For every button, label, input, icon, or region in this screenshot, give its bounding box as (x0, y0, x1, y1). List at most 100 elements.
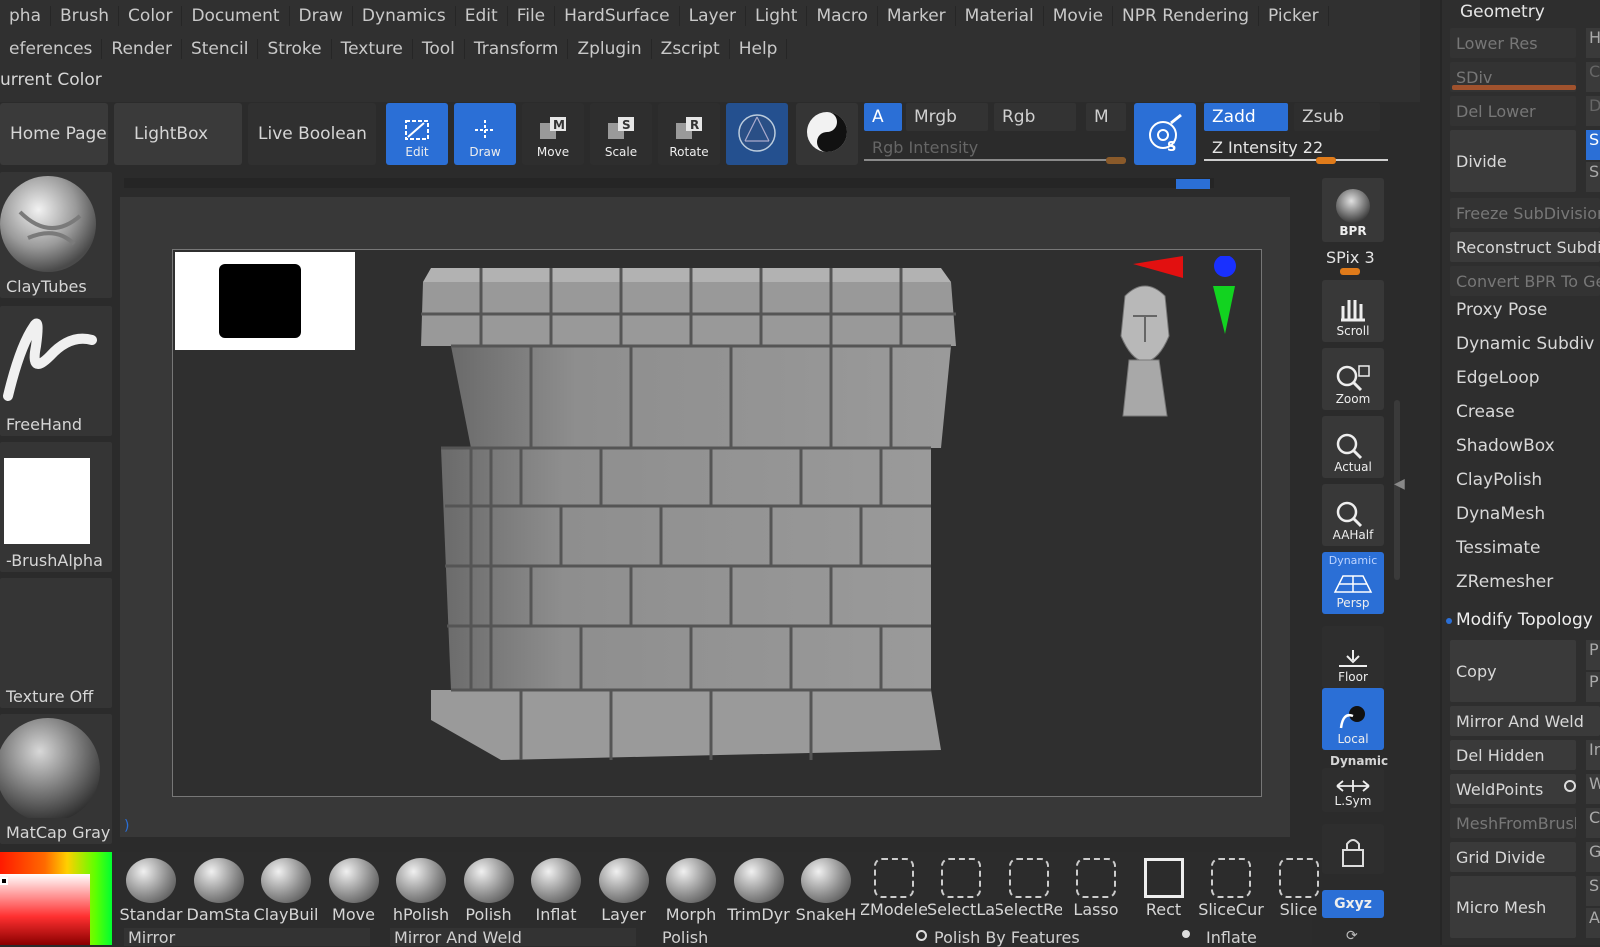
micro-mesh-side-2[interactable]: A (1586, 908, 1600, 938)
insert-mesh-button[interactable]: Ir (1586, 740, 1600, 770)
weldpoints-button[interactable]: WeldPoints (1450, 774, 1576, 804)
mirror-and-weld-bottom-button[interactable]: Mirror And Weld (390, 928, 636, 947)
menu-marker[interactable]: Marker (878, 6, 956, 26)
brush-slice[interactable]: Slice (1266, 858, 1332, 924)
menu-zscript[interactable]: Zscript (652, 39, 730, 59)
smt-toggle[interactable]: S (1586, 130, 1600, 160)
brush-damsta[interactable]: DamSta (186, 858, 252, 924)
inflate-label[interactable]: Inflate (1206, 928, 1257, 947)
brush-lasso[interactable]: Lasso (1063, 858, 1129, 924)
geometry-item-shadowbox[interactable]: ShadowBox (1456, 436, 1555, 456)
sdiv-slider-bar[interactable] (1452, 85, 1576, 90)
mirror-button[interactable]: Mirror (124, 928, 370, 947)
brush-rect[interactable]: Rect (1131, 858, 1197, 924)
menu-document[interactable]: Document (182, 6, 290, 26)
canvas-side-chevron[interactable]: ) (124, 818, 129, 834)
menu-stroke[interactable]: Stroke (258, 39, 332, 59)
weld-side-button[interactable]: W (1586, 774, 1600, 804)
geometry-item-crease[interactable]: Crease (1456, 402, 1515, 422)
menu-pha[interactable]: pha (0, 6, 51, 26)
mrgb-button[interactable]: Mrgb (906, 103, 988, 131)
divide-button[interactable]: Divide (1450, 130, 1576, 192)
stroke-thumbnail[interactable]: FreeHand (0, 306, 112, 436)
weldpoints-radio[interactable] (1564, 780, 1576, 792)
mirror-and-weld-button[interactable]: Mirror And Weld (1450, 706, 1600, 736)
reconstruct-subdiv-button[interactable]: Reconstruct Subdiv (1450, 232, 1600, 262)
brush-polish[interactable]: Polish (456, 858, 522, 924)
menu-stencil[interactable]: Stencil (182, 39, 259, 59)
timeline-track[interactable] (124, 178, 1214, 188)
meshfrombrush-button[interactable]: MeshFromBrush (1450, 808, 1576, 838)
menu-draw[interactable]: Draw (290, 6, 353, 26)
aahalf-button[interactable]: AAHalf (1322, 484, 1384, 546)
convert-bpr-button[interactable]: Convert BPR To Geo (1450, 266, 1600, 296)
persp-button[interactable]: Dynamic Persp (1322, 552, 1384, 614)
menu-render[interactable]: Render (102, 39, 182, 59)
menu-eferences[interactable]: eferences (0, 39, 103, 59)
micro-mesh-button[interactable]: Micro Mesh (1450, 876, 1576, 938)
geometry-item-proxy-pose[interactable]: Proxy Pose (1456, 300, 1547, 320)
brush-selectre[interactable]: SelectRe (996, 858, 1062, 924)
menu-transform[interactable]: Transform (465, 39, 569, 59)
viewport-canvas[interactable] (172, 249, 1262, 797)
micro-mesh-side-1[interactable]: S (1586, 876, 1600, 906)
orientation-gizmo[interactable] (1093, 256, 1253, 436)
menu-help[interactable]: Help (730, 39, 788, 59)
brush-claybuil[interactable]: ClayBuil (253, 858, 319, 924)
menu-picker[interactable]: Picker (1259, 6, 1329, 26)
menu-movie[interactable]: Movie (1044, 6, 1114, 26)
meshfrombrush-side[interactable]: C (1586, 808, 1600, 838)
color-picker-cursor[interactable] (0, 877, 8, 885)
a-mode-button[interactable]: A (864, 103, 902, 131)
menu-macro[interactable]: Macro (807, 6, 878, 26)
lower-res-button[interactable]: Lower Res (1450, 28, 1576, 58)
zadd-mode-icon-button[interactable]: S (1134, 103, 1196, 165)
geometry-item-dynamesh[interactable]: DynaMesh (1456, 504, 1545, 524)
brush-morph[interactable]: Morph (658, 858, 724, 924)
menu-texture[interactable]: Texture (332, 39, 413, 59)
geometry-item-edgeloop[interactable]: EdgeLoop (1456, 368, 1540, 388)
geometry-item-tessimate[interactable]: Tessimate (1456, 538, 1541, 558)
menu-layer[interactable]: Layer (680, 6, 746, 26)
freeze-subdivision-button[interactable]: Freeze SubDivision (1450, 198, 1600, 228)
brush-selectla[interactable]: SelectLa (928, 858, 994, 924)
live-boolean-button[interactable]: Live Boolean (248, 103, 376, 165)
color-picker-field[interactable] (0, 874, 90, 945)
scroll-button[interactable]: Scroll (1322, 280, 1384, 342)
spix-label[interactable]: SPix 3 (1326, 248, 1375, 267)
sdiv-side[interactable]: C (1586, 62, 1600, 92)
menu-material[interactable]: Material (956, 6, 1044, 26)
floor-button[interactable]: Floor (1322, 626, 1384, 688)
move-tool-button[interactable]: M Move (522, 103, 584, 165)
home-page-button[interactable]: Home Page (0, 103, 108, 165)
brush-snakeh[interactable]: SnakeH (793, 858, 859, 924)
lsym-button[interactable]: L.Sym (1322, 768, 1384, 812)
grid-divide-button[interactable]: Grid Divide (1450, 842, 1576, 872)
color-sphere-button[interactable] (796, 103, 858, 165)
geometry-item-zremesher[interactable]: ZRemesher (1456, 572, 1553, 592)
rotate-gizmo-icon[interactable]: ⟳ (1346, 928, 1358, 944)
paste-replace-button[interactable]: P (1586, 672, 1600, 702)
del-higher-button[interactable]: D (1586, 96, 1600, 126)
grid-divide-side[interactable]: G (1586, 842, 1600, 872)
edit-tool-button[interactable]: Edit (386, 103, 448, 165)
alpha-thumbnail[interactable]: -BrushAlpha (0, 442, 112, 572)
bpr-button[interactable]: BPR (1322, 178, 1384, 242)
modify-topology-header[interactable]: Modify Topology (1456, 610, 1593, 630)
collapse-arrow-icon[interactable]: ◀ (1394, 476, 1405, 492)
brush-layer[interactable]: Layer (591, 858, 657, 924)
zadd-button[interactable]: Zadd (1204, 103, 1288, 131)
del-hidden-button[interactable]: Del Hidden (1450, 740, 1576, 770)
brush-inflat[interactable]: Inflat (523, 858, 589, 924)
brush-zmodele[interactable]: ZModele (861, 858, 927, 924)
menu-hardsurface[interactable]: HardSurface (555, 6, 680, 26)
z-intensity-slider[interactable]: Z Intensity 22 (1204, 135, 1388, 161)
menu-file[interactable]: File (508, 6, 556, 26)
del-lower-button[interactable]: Del Lower (1450, 96, 1576, 126)
inflate-radio[interactable] (1182, 930, 1190, 938)
rgb-intensity-knob[interactable] (1106, 157, 1126, 164)
spix-slider-knob[interactable] (1340, 268, 1360, 275)
rotate-tool-button[interactable]: R Rotate (658, 103, 720, 165)
m-button[interactable]: M (1086, 103, 1126, 131)
menu-zplugin[interactable]: Zplugin (568, 39, 652, 59)
